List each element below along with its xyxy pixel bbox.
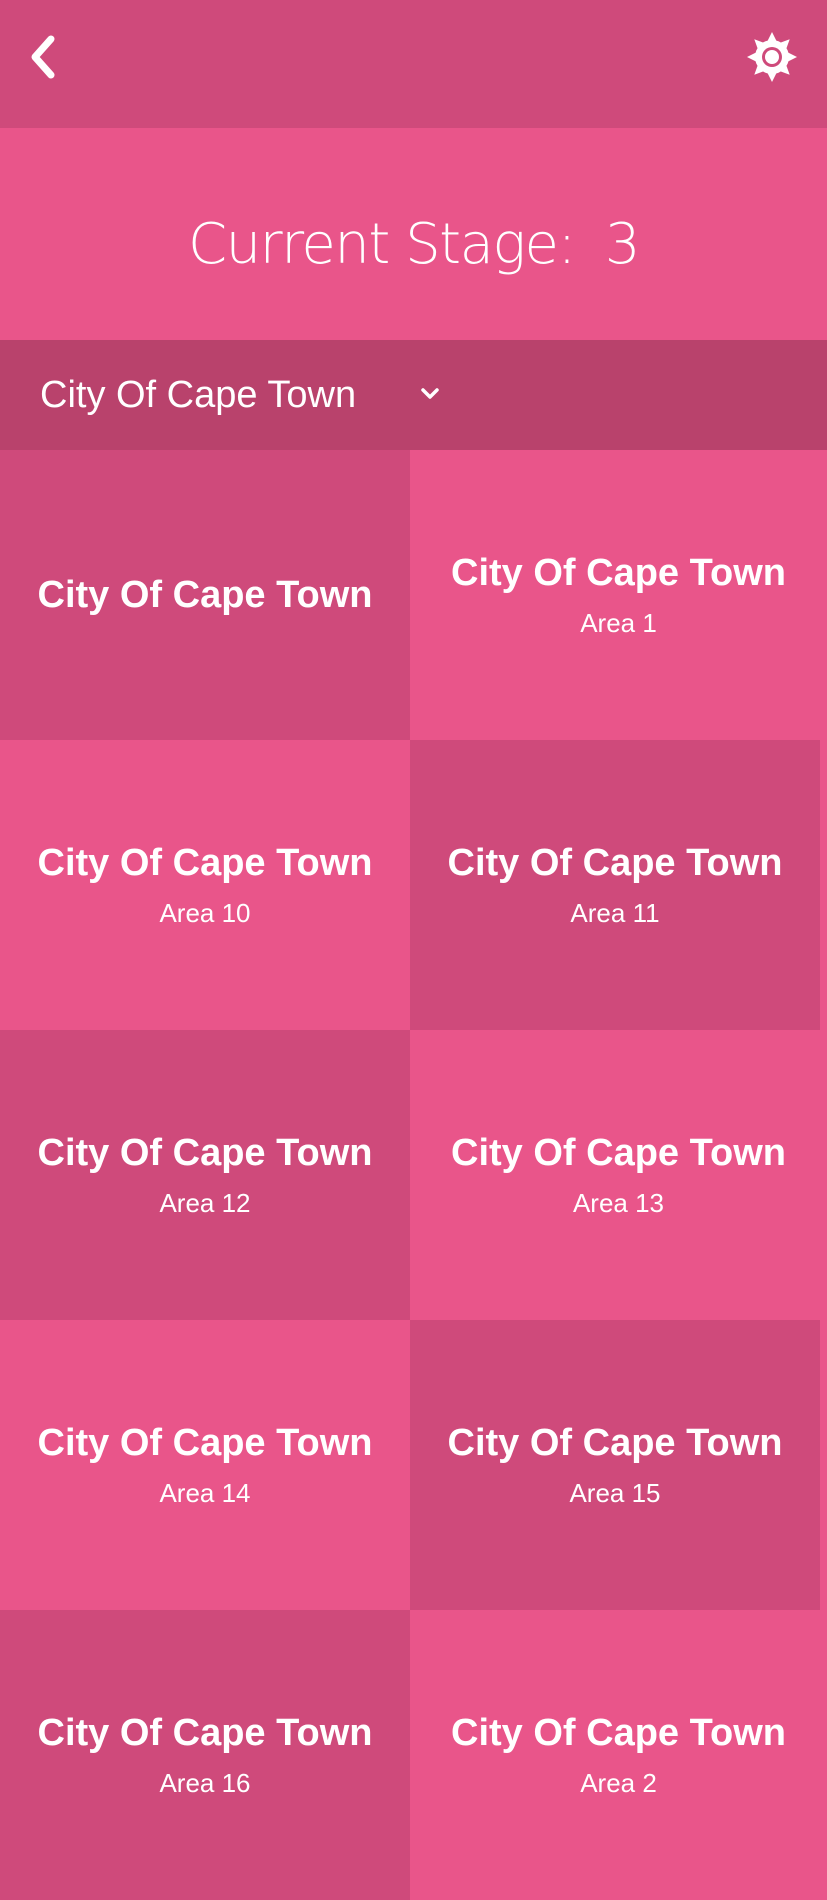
settings-button[interactable] [742, 27, 802, 87]
area-tile-title: City Of Cape Town [451, 1132, 786, 1174]
chevron-down-icon[interactable] [418, 382, 442, 406]
back-button[interactable] [18, 28, 66, 86]
area-tile[interactable]: City Of Cape Town Area 12 [0, 1030, 410, 1320]
area-tile[interactable]: City Of Cape Town Area 10 [0, 740, 410, 1030]
area-tile-subtitle: Area 13 [572, 1188, 665, 1218]
area-tile[interactable]: City Of Cape Town Area 1 [410, 450, 827, 740]
area-tile-subtitle: Area 11 [570, 898, 660, 928]
area-tile-title: City Of Cape Town [37, 574, 373, 616]
municipality-selected: City Of Cape Town [40, 374, 357, 416]
area-tile[interactable]: City Of Cape Town Area 15 [410, 1320, 820, 1610]
area-tile[interactable]: City Of Cape Town Area 14 [0, 1320, 410, 1610]
area-tile-title: City Of Cape Town [37, 1712, 373, 1754]
stage-value: 3 [604, 212, 641, 277]
area-tile[interactable]: City Of Cape Town Area 11 [410, 740, 820, 1030]
current-stage: Current Stage: 3 [0, 200, 827, 290]
area-tile-title: City Of Cape Town [451, 552, 786, 594]
area-tile-title: City Of Cape Town [447, 1422, 783, 1464]
area-tile-title: City Of Cape Town [447, 842, 783, 884]
chevron-left-icon [31, 35, 55, 79]
area-tile-title: City Of Cape Town [37, 1132, 373, 1174]
app-header [0, 0, 827, 128]
area-tile[interactable]: City Of Cape Town Area 13 [410, 1030, 827, 1320]
area-tile-title: City Of Cape Town [451, 1712, 786, 1754]
municipality-bar: City Of Cape Town [0, 340, 827, 450]
area-tile[interactable]: City Of Cape Town [0, 450, 410, 740]
municipality-dropdown[interactable]: City Of Cape Town [40, 340, 356, 450]
stage-label: Current Stage: [188, 212, 576, 277]
area-tile-subtitle: Area 14 [159, 1478, 251, 1508]
sun-gear-icon [747, 32, 797, 82]
stage-banner: Current Stage: 3 [0, 128, 827, 340]
area-tile-subtitle: Area 12 [159, 1188, 251, 1218]
area-tile[interactable]: City Of Cape Town Area 16 [0, 1610, 410, 1900]
area-tile[interactable]: City Of Cape Town Area 2 [410, 1610, 827, 1900]
area-tile-subtitle: Area 10 [159, 898, 251, 928]
area-tile-subtitle: Area 1 [580, 608, 657, 638]
area-tile-title: City Of Cape Town [37, 842, 373, 884]
area-tile-subtitle: Area 16 [159, 1768, 251, 1798]
area-tile-subtitle: Area 15 [569, 1478, 661, 1508]
area-tile-subtitle: Area 2 [580, 1768, 657, 1798]
area-tile-title: City Of Cape Town [37, 1422, 373, 1464]
